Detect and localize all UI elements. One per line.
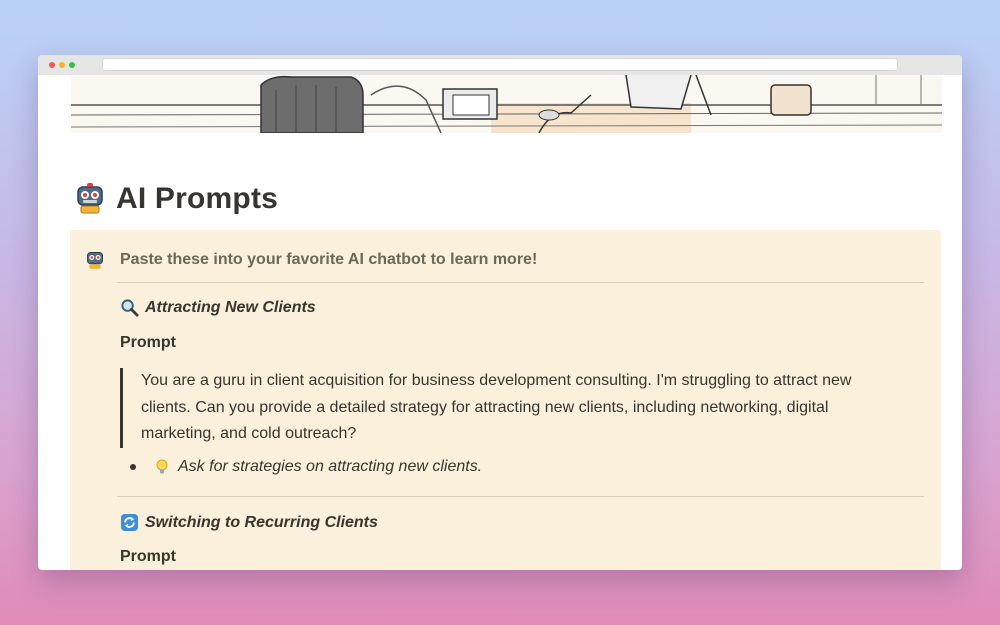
section-heading: Switching to Recurring Clients (120, 513, 378, 532)
close-window-button[interactable] (49, 62, 55, 68)
callout-text: Paste these into your favorite AI chatbo… (120, 251, 538, 268)
list-item: Ask for strategies on attracting new cli… (130, 458, 482, 476)
bullet-text: Ask for strategies on attracting new cli… (178, 458, 483, 475)
divider (117, 496, 924, 497)
repeat-icon (120, 513, 139, 532)
prompt-quote: You are a guru in client acquisition for… (120, 368, 890, 448)
browser-window: AI Prompts Paste these into your favorit… (38, 55, 962, 570)
page-title-text: AI Prompts (116, 182, 279, 215)
maximize-window-button[interactable] (69, 62, 75, 68)
magnifier-icon (121, 299, 139, 317)
page-title: AI Prompts (74, 177, 278, 221)
lightbulb-icon (156, 459, 168, 474)
robot-icon (87, 252, 103, 269)
address-bar[interactable] (102, 58, 898, 71)
browser-titlebar (38, 55, 962, 75)
section-title-text: Attracting New Clients (145, 298, 316, 316)
prompt-label: Prompt (120, 334, 176, 351)
callout-block: Paste these into your favorite AI chatbo… (70, 230, 941, 570)
section-heading: Attracting New Clients (120, 298, 316, 317)
divider (117, 282, 924, 283)
robot-icon (77, 183, 103, 214)
cover-image (71, 75, 942, 133)
minimize-window-button[interactable] (59, 62, 65, 68)
section-title-text: Switching to Recurring Clients (145, 513, 378, 531)
bullet-dot (130, 464, 136, 470)
prompt-label: Prompt (120, 548, 176, 565)
